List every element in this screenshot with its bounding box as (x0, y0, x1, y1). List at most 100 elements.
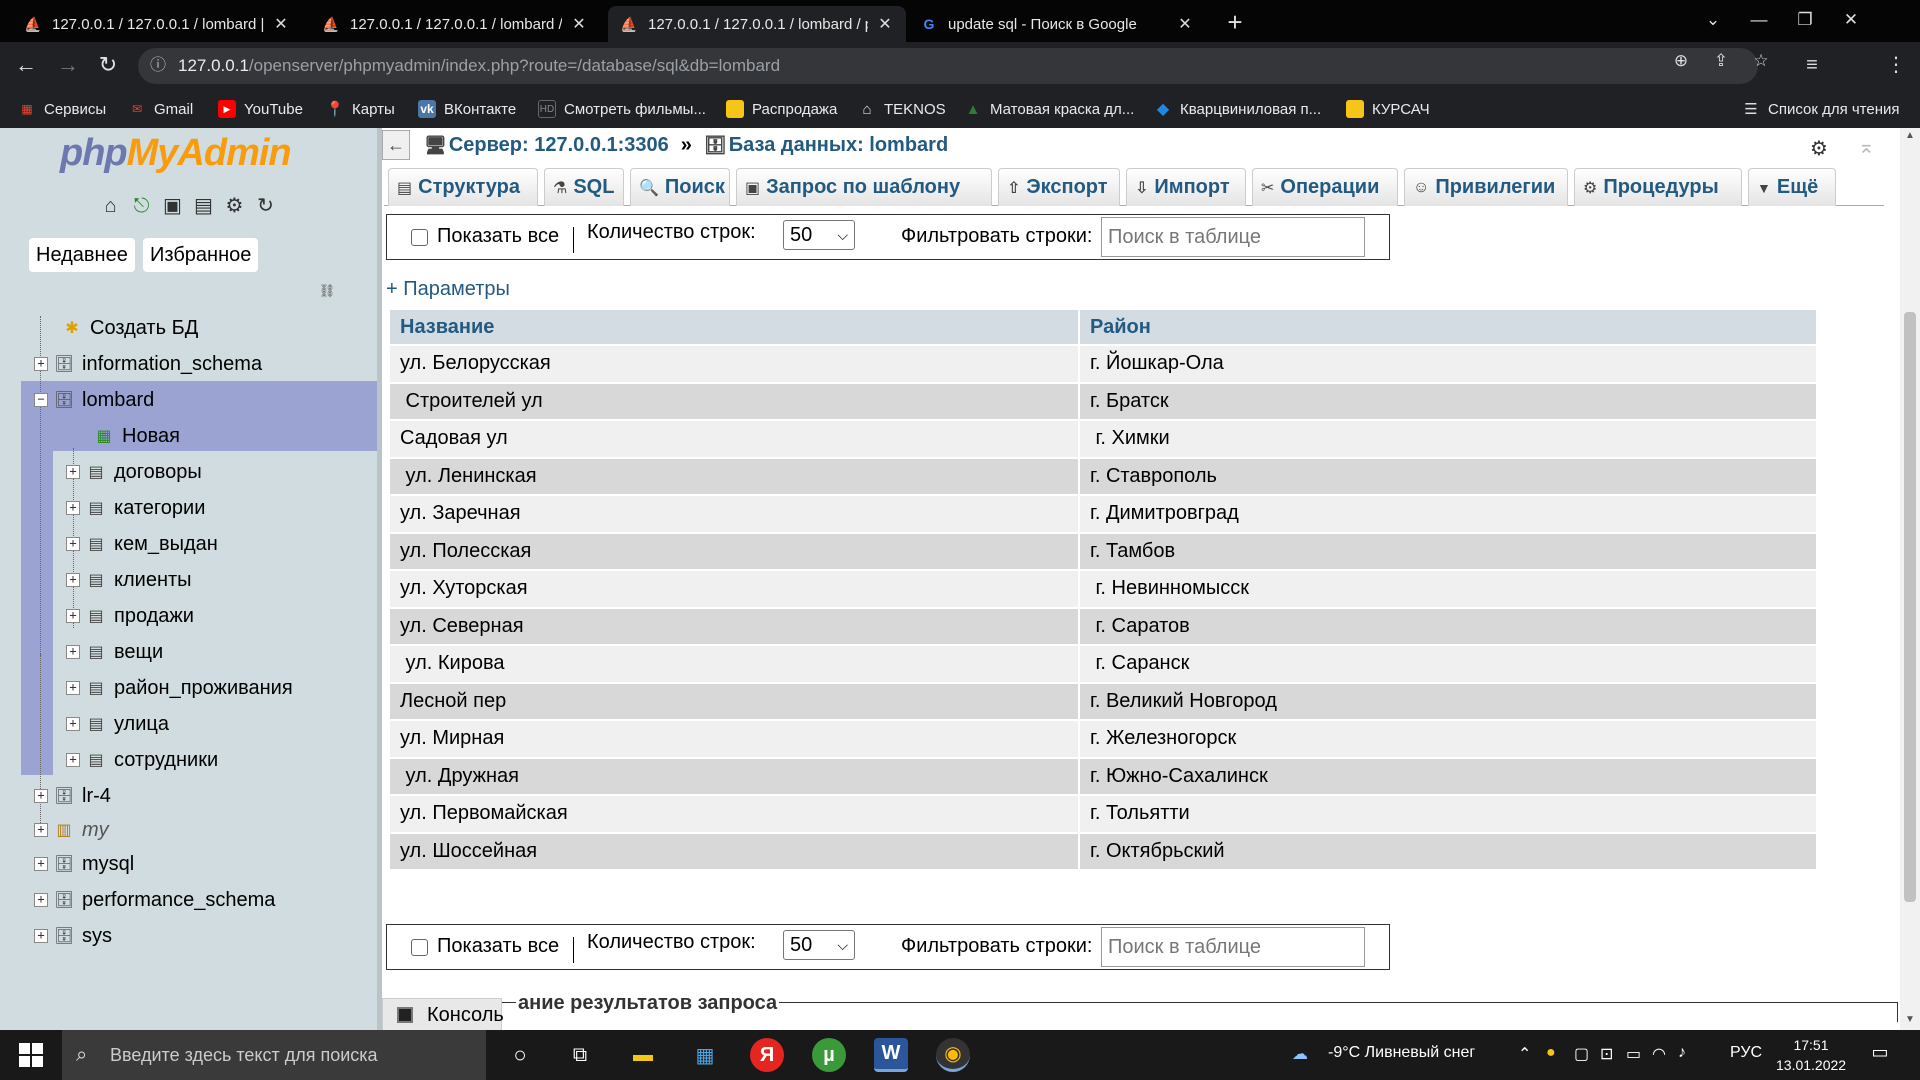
menu-kebab-icon[interactable]: ⋮ (1882, 52, 1910, 80)
wifi-icon[interactable]: ◠ (1652, 1044, 1666, 1064)
bookmark-star-icon[interactable]: ☆ (1750, 51, 1772, 73)
show-all-checkbox[interactable] (411, 939, 428, 956)
expand-plus-icon[interactable]: + (34, 893, 48, 907)
volume-icon[interactable]: ♪ (1678, 1044, 1686, 1062)
tree-db-performance-schema[interactable]: + 🗄 performance_schema (34, 882, 275, 918)
table-row[interactable]: Садовая ул г. Химки (390, 421, 1816, 457)
word-icon[interactable]: W (874, 1038, 908, 1072)
tab-routines[interactable]: ⚙ Процедуры (1574, 168, 1742, 206)
site-info-icon[interactable]: ⓘ (150, 48, 166, 84)
weather-icon[interactable]: ☁ (1292, 1044, 1308, 1064)
zoom-icon[interactable]: ⊕ (1670, 51, 1692, 73)
expand-plus-icon[interactable]: + (34, 857, 48, 871)
tree-create-db[interactable]: ✱ Создать БД (62, 310, 198, 346)
forward-arrow-icon[interactable]: → (54, 52, 82, 80)
close-icon[interactable]: ✕ (1176, 14, 1194, 34)
show-all-checkbox[interactable] (411, 229, 428, 246)
console-toggle-button[interactable]: Консоль (382, 998, 504, 1030)
yandex-browser-icon[interactable]: Я (750, 1038, 784, 1072)
close-icon[interactable]: ✕ (876, 14, 894, 34)
table-row[interactable]: ул. Кирова г. Саранск (390, 646, 1816, 682)
browser-tab-2[interactable]: ⛵ 127.0.0.1 / 127.0.0.1 / lombard / s ✕ (310, 6, 600, 42)
tray-app-icon[interactable]: ● (1546, 1044, 1556, 1062)
weather-text[interactable]: -9°C Ливневый снег (1328, 1044, 1475, 1062)
table-row[interactable]: ул. Ленинская г. Ставрополь (390, 458, 1816, 494)
vertical-scrollbar[interactable]: ▲ ▼ (1900, 128, 1920, 1030)
address-bar[interactable]: ⓘ 127.0.0.1/openserver/phpmyadmin/index.… (138, 48, 1758, 84)
phpmyadmin-logo[interactable]: phpMyAdmin (60, 132, 292, 175)
file-explorer-icon[interactable]: ▬ (626, 1038, 660, 1072)
bookmark-kursach[interactable]: КУРСАЧ (1346, 99, 1430, 119)
taskbar-search-input[interactable]: ⌕ Введите здесь текст для поиска (62, 1030, 486, 1080)
close-icon[interactable]: ✕ (570, 14, 588, 34)
settings-gear-icon[interactable]: ⚙ (222, 194, 247, 219)
close-icon[interactable]: ✕ (272, 14, 290, 34)
table-row[interactable]: ул. Заречная г. Димитровград (390, 496, 1816, 532)
tree-table-kem-vydan[interactable]: + ▤ кем_выдан (66, 526, 218, 562)
tree-table-kategorii[interactable]: + ▤ категории (66, 490, 205, 526)
cortana-icon[interactable]: ○ (503, 1038, 537, 1072)
recent-button[interactable]: Недавнее (29, 238, 135, 272)
network-card-icon[interactable]: ⊡ (1600, 1044, 1613, 1064)
expand-plus-icon[interactable]: + (66, 717, 80, 731)
table-row[interactable]: ул. Первомайская г. Тольятти (390, 796, 1816, 832)
filter-rows-input[interactable]: Поиск в таблице (1101, 217, 1365, 257)
tree-group-my[interactable]: + ▥ my (34, 812, 109, 848)
tree-table-klienty[interactable]: + ▤ клиенты (66, 562, 192, 598)
tab-structure[interactable]: ▤ Структура (388, 168, 538, 206)
tab-more[interactable]: ▼ Ещё (1748, 168, 1836, 206)
device-icon[interactable]: ▢ (1574, 1044, 1589, 1064)
chrome-icon[interactable]: ◉ (936, 1038, 970, 1072)
bookmark-paint[interactable]: ▲ Матовая краска дл... (964, 99, 1135, 119)
expand-plus-icon[interactable]: + (66, 501, 80, 515)
rows-count-select[interactable]: 50 ⌵ (783, 220, 855, 250)
filter-rows-input[interactable]: Поиск в таблице (1101, 927, 1365, 967)
tree-db-lr4[interactable]: + 🗄 lr-4 (34, 778, 111, 814)
media-control-icon[interactable]: ≡ (1798, 52, 1826, 80)
utorrent-icon[interactable]: µ (812, 1038, 846, 1072)
table-row[interactable]: Строителей ул г. Братск (390, 383, 1816, 419)
table-row[interactable]: ул. Хуторская г. Невинномысск (390, 571, 1816, 607)
show-all-label[interactable]: Показать все (437, 225, 559, 248)
documentation-icon[interactable]: ▤ (191, 194, 216, 219)
favorites-button[interactable]: Избранное (143, 238, 259, 272)
settings-gear-icon[interactable]: ⚙ (1810, 136, 1828, 161)
table-row[interactable]: ул. Дружная г. Южно-Сахалинск (390, 758, 1816, 794)
expand-plus-icon[interactable]: + (66, 645, 80, 659)
microsoft-store-icon[interactable]: ▦ (688, 1038, 722, 1072)
back-arrow-icon[interactable]: ← (12, 52, 40, 80)
task-view-icon[interactable]: ⧉ (563, 1038, 597, 1072)
scrollbar-thumb[interactable] (1904, 312, 1916, 902)
maximize-icon[interactable]: ❐ (1782, 6, 1828, 36)
tab-search-icon[interactable]: ⌄ (1690, 6, 1736, 36)
table-row[interactable]: ул. Шоссейная г. Октябрьский (390, 833, 1816, 869)
table-row[interactable]: ул. Северная г. Саратов (390, 608, 1816, 644)
tree-table-raion[interactable]: + ▤ район_проживания (66, 670, 293, 706)
column-header-district[interactable]: Район (1080, 310, 1816, 344)
bookmark-services[interactable]: ▦ Сервисы (18, 99, 106, 119)
bookmark-maps[interactable]: 📍 Карты (326, 99, 395, 119)
notifications-icon[interactable]: ▭ (1866, 1042, 1894, 1068)
bookmark-vinyl[interactable]: ◆ Кварцвиниловая п... (1154, 99, 1321, 119)
bookmark-gmail[interactable]: ✉ Gmail (128, 99, 193, 119)
tree-table-dogovory[interactable]: + ▤ договоры (66, 454, 202, 490)
collapse-minus-icon[interactable]: − (34, 393, 48, 407)
collapse-nav-arrow-icon[interactable]: ← (382, 130, 410, 160)
expand-plus-icon[interactable]: + (66, 753, 80, 767)
expand-plus-icon[interactable]: + (34, 823, 48, 837)
breadcrumb-server[interactable]: Сервер: 127.0.0.1:3306 (449, 134, 669, 157)
reload-nav-icon[interactable]: ↻ (253, 194, 278, 219)
tree-db-sys[interactable]: + 🗄 sys (34, 918, 112, 954)
minimize-icon[interactable]: — (1736, 6, 1782, 36)
bookmark-sale[interactable]: Распродажа (726, 99, 837, 119)
breadcrumb-database[interactable]: База данных: lombard (729, 134, 948, 157)
table-row[interactable]: ул. Полесская г. Тамбов (390, 533, 1816, 569)
bookmark-vk[interactable]: vk ВКонтакте (418, 99, 516, 119)
tab-operations[interactable]: ✂ Операции (1252, 168, 1398, 206)
expand-plus-icon[interactable]: + (34, 357, 48, 371)
browser-tab-1[interactable]: ⛵ 127.0.0.1 / 127.0.0.1 / lombard | p ✕ (12, 6, 302, 42)
tree-db-information-schema[interactable]: + 🗄 information_schema (34, 346, 262, 382)
bookmark-youtube[interactable]: ▶ YouTube (218, 99, 303, 119)
expand-plus-icon[interactable]: + (66, 609, 80, 623)
tab-import[interactable]: ⇩ Импорт (1126, 168, 1246, 206)
